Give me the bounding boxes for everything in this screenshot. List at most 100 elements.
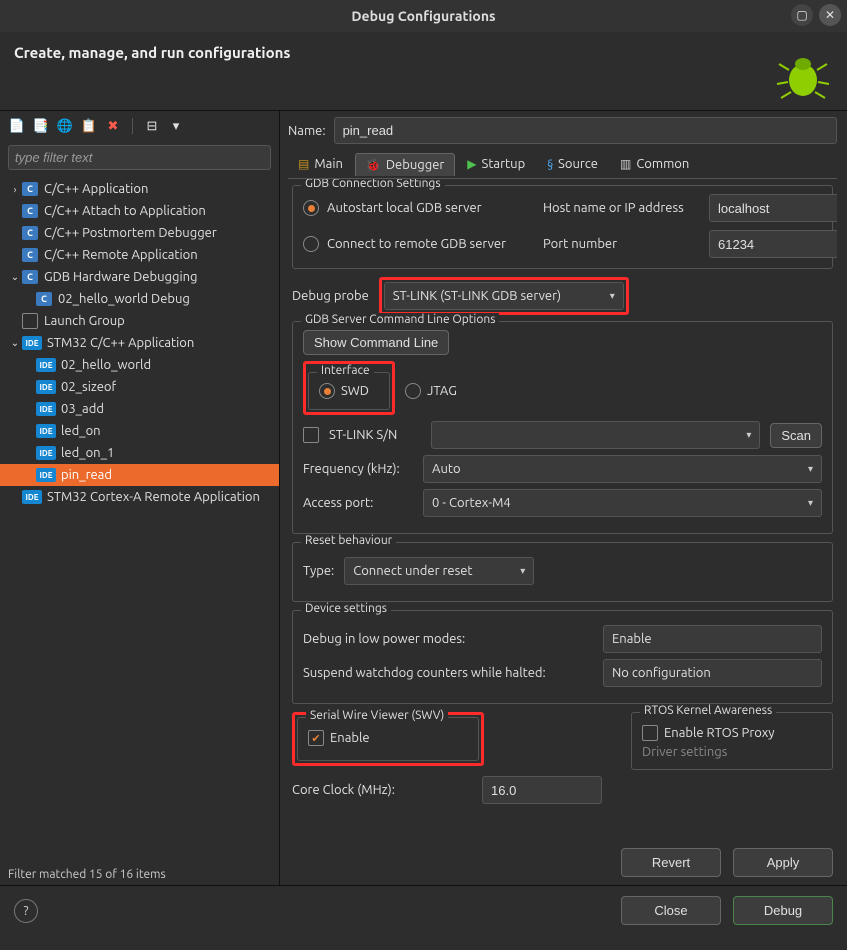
swd-radio[interactable]	[319, 383, 335, 399]
help-icon[interactable]: ?	[14, 899, 38, 923]
play-icon: ▶	[467, 157, 476, 171]
new-config-icon[interactable]: 📄	[8, 117, 26, 135]
chevron-down-icon: ▾	[610, 290, 615, 302]
collapse-all-icon[interactable]: ⊟	[143, 117, 161, 135]
debug-bug-icon	[773, 44, 833, 104]
c-icon: C	[22, 248, 38, 262]
frequency-select[interactable]: Auto▾	[423, 455, 822, 483]
device-legend: Device settings	[301, 602, 391, 615]
access-port-label: Access port:	[303, 496, 413, 510]
window-maximize-button[interactable]: ▢	[791, 4, 813, 26]
tab-main[interactable]: ▤Main	[288, 153, 353, 175]
filter-status: Filter matched 15 of 16 items	[0, 864, 279, 885]
ide-icon: IDE	[36, 446, 56, 460]
tree-item-label: led_on	[61, 424, 101, 438]
new-prototype-icon[interactable]: 📑	[32, 117, 50, 135]
rtos-legend: RTOS Kernel Awareness	[640, 704, 776, 717]
tree-item[interactable]: IDESTM32 Cortex-A Remote Application	[0, 486, 279, 508]
rtos-enable-label: Enable RTOS Proxy	[664, 726, 775, 740]
c-icon: C	[22, 204, 38, 218]
tree-item-label: STM32 C/C++ Application	[47, 336, 194, 350]
gdb-cmd-legend: GDB Server Command Line Options	[301, 313, 499, 326]
chevron-down-icon: ▾	[808, 463, 813, 475]
tree-item[interactable]: IDEled_on_1	[0, 442, 279, 464]
swd-label: SWD	[341, 384, 369, 398]
bug-icon: 🐞	[366, 158, 381, 172]
tree-item[interactable]: IDEpin_read	[0, 464, 279, 486]
stlink-sn-select[interactable]: ▾	[431, 421, 760, 449]
scan-button[interactable]: Scan	[770, 423, 822, 448]
connect-remote-label: Connect to remote GDB server	[327, 237, 537, 251]
left-toolbar: 📄 📑 🌐 📋 ✖ ⊟ ▾	[0, 111, 279, 141]
source-icon: §	[547, 158, 553, 171]
jtag-label: JTAG	[427, 384, 457, 398]
gdb-connection-group: GDB Connection Settings Autostart local …	[292, 185, 833, 269]
tree-item[interactable]: C02_hello_world Debug	[0, 288, 279, 310]
name-input[interactable]	[334, 117, 837, 144]
configuration-form: Name: ▤Main 🐞Debugger ▶Startup §Source ▥…	[280, 111, 847, 885]
access-port-select[interactable]: 0 - Cortex-M4▾	[423, 489, 822, 517]
tab-source[interactable]: §Source	[537, 153, 608, 175]
swv-enable-label: Enable	[330, 731, 370, 745]
ide-icon: IDE	[36, 380, 56, 394]
jtag-radio[interactable]	[405, 383, 421, 399]
reset-type-select[interactable]: Connect under reset▾	[344, 557, 534, 585]
tree-item[interactable]: IDE03_add	[0, 398, 279, 420]
tree-item[interactable]: ⌄CGDB Hardware Debugging	[0, 266, 279, 288]
core-clock-input[interactable]	[482, 776, 602, 804]
common-icon: ▥	[620, 157, 631, 171]
port-input[interactable]	[709, 230, 837, 258]
watchdog-select[interactable]: No configuration	[603, 659, 822, 687]
tab-common[interactable]: ▥Common	[610, 153, 699, 175]
tree-item[interactable]: Launch Group	[0, 310, 279, 332]
autostart-radio[interactable]	[303, 200, 319, 216]
swv-legend: Serial Wire Viewer (SWV)	[306, 709, 448, 722]
duplicate-icon[interactable]: 📋	[80, 117, 98, 135]
debug-button[interactable]: Debug	[733, 896, 833, 925]
tree-item[interactable]: ⌄IDESTM32 C/C++ Application	[0, 332, 279, 354]
window-close-button[interactable]: ✕	[819, 4, 841, 26]
export-icon[interactable]: 🌐	[56, 117, 74, 135]
delete-icon[interactable]: ✖	[104, 117, 122, 135]
ide-icon: IDE	[22, 336, 42, 350]
rtos-enable-checkbox[interactable]	[642, 725, 658, 741]
tree-item[interactable]: IDE02_sizeof	[0, 376, 279, 398]
stlink-sn-checkbox[interactable]	[303, 427, 319, 443]
tab-debugger[interactable]: 🐞Debugger	[355, 153, 455, 176]
host-input[interactable]	[709, 194, 837, 222]
swv-group: Serial Wire Viewer (SWV) ✔ Enable	[297, 717, 479, 761]
frequency-label: Frequency (kHz):	[303, 462, 413, 476]
tree-item[interactable]: CC/C++ Remote Application	[0, 244, 279, 266]
filter-icon[interactable]: ▾	[167, 117, 185, 135]
tree-item[interactable]: IDEled_on	[0, 420, 279, 442]
swv-enable-checkbox[interactable]: ✔	[308, 730, 324, 746]
chevron-down-icon: ▾	[808, 497, 813, 509]
filter-input[interactable]	[8, 145, 271, 170]
tab-startup[interactable]: ▶Startup	[457, 153, 535, 175]
apply-button[interactable]: Apply	[733, 848, 833, 877]
ide-icon: IDE	[36, 358, 56, 372]
stlink-sn-label: ST-LINK S/N	[329, 428, 421, 442]
tree-item[interactable]: CC/C++ Postmortem Debugger	[0, 222, 279, 244]
connect-remote-radio[interactable]	[303, 236, 319, 252]
name-label: Name:	[288, 124, 326, 138]
host-label: Host name or IP address	[543, 201, 703, 215]
launch-group-icon	[22, 313, 38, 329]
tree-item[interactable]: CC/C++ Attach to Application	[0, 200, 279, 222]
config-tree[interactable]: ›CC/C++ ApplicationCC/C++ Attach to Appl…	[0, 174, 279, 864]
tree-item-label: STM32 Cortex-A Remote Application	[47, 490, 260, 504]
tree-item[interactable]: IDE02_hello_world	[0, 354, 279, 376]
debug-probe-select[interactable]: ST-LINK (ST-LINK GDB server) ▾	[384, 282, 624, 310]
tree-item[interactable]: ›CC/C++ Application	[0, 178, 279, 200]
debug-probe-label: Debug probe	[292, 289, 369, 303]
low-power-select[interactable]: Enable	[603, 625, 822, 653]
interface-group: Interface SWD	[308, 372, 390, 410]
dialog-header-title: Create, manage, and run configurations	[14, 44, 291, 61]
dialog-header: Create, manage, and run configurations	[0, 32, 847, 111]
dialog-footer: ? Close Debug	[0, 885, 847, 935]
show-command-line-button[interactable]: Show Command Line	[303, 330, 449, 355]
window-title: Debug Configurations	[351, 8, 495, 24]
close-button[interactable]: Close	[621, 896, 721, 925]
reset-type-label: Type:	[303, 564, 334, 578]
revert-button[interactable]: Revert	[621, 848, 721, 877]
